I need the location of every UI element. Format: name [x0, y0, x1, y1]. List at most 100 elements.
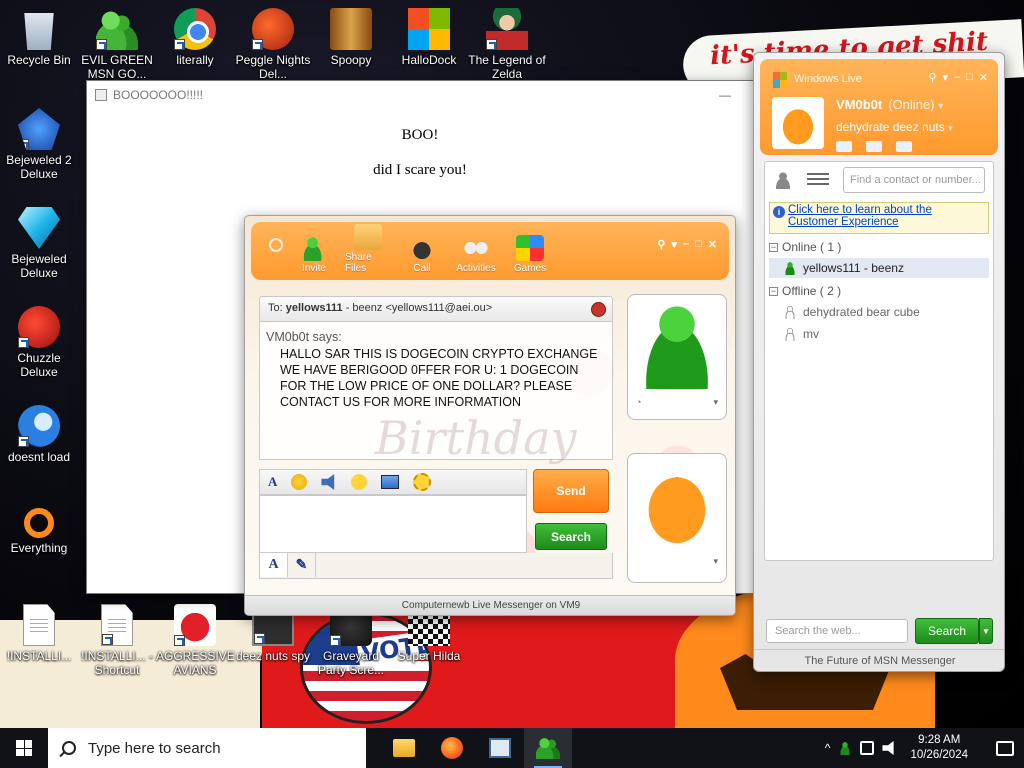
message-input[interactable] [259, 495, 527, 553]
boo-heading: BOO! [401, 127, 439, 143]
collapse-icon[interactable]: − [769, 286, 778, 296]
personal-message[interactable]: dehydrate deez nuts ▾ [836, 120, 953, 134]
customer-experience-banner: i Click here to learn about the Customer … [769, 202, 989, 234]
desktop-icon-recycle-bin[interactable]: Recycle Bin [0, 8, 78, 67]
toolbar-label: Share Files [345, 252, 372, 274]
message-sender: VM0b0t says: [266, 330, 342, 344]
desktop-icon-label: deez nuts spy [235, 649, 311, 663]
block-contact-icon[interactable] [591, 302, 606, 317]
maximize-button[interactable]: □ [966, 71, 973, 84]
search-dropdown-icon[interactable]: ▼ [979, 618, 993, 644]
send-button[interactable]: Send [533, 469, 609, 513]
show-hidden-icons-icon[interactable]: ^ [825, 741, 831, 755]
desktop-icon-the-legend[interactable]: The Legend of Zelda [468, 8, 546, 81]
theme-icon[interactable]: ⚲ [928, 71, 936, 84]
desktop-icon-label: Bejeweled Deluxe [11, 252, 67, 280]
menu-dropdown-icon[interactable]: ▾ [942, 71, 948, 84]
view-options-icon[interactable] [807, 173, 829, 187]
picture-dropdown-icon[interactable]: ▾ [713, 556, 718, 567]
contact-display-picture[interactable]: ◔ ▾ [627, 294, 727, 420]
taskbar-search[interactable]: Type here to search [48, 728, 366, 768]
web-search-button[interactable]: Search [915, 618, 979, 644]
mail-icon[interactable] [836, 141, 852, 152]
desktop-icon-installer-shortcut[interactable]: !INSTALLI... - Shortcut [78, 604, 156, 677]
desktop-icon-evil-green-msn[interactable]: EVIL GREEN MSN GO... [78, 8, 156, 81]
invite-button[interactable]: Invite [291, 235, 337, 274]
webcam-icon[interactable]: ◔ [636, 397, 641, 408]
handwriting-mode-tab[interactable]: ✎ [288, 553, 316, 577]
web-search-input[interactable]: Search the web... [766, 619, 908, 643]
emoticon-icon[interactable] [291, 474, 308, 490]
spaces-icon[interactable] [866, 141, 882, 152]
profile-name[interactable]: VM0b0t (Online) ▾ [836, 97, 943, 112]
contact-item[interactable]: dehydrated bear cube [769, 302, 989, 322]
windows-logo-icon [16, 740, 32, 756]
windows-logo-icon [408, 8, 450, 50]
own-avatar[interactable] [772, 97, 824, 149]
games-button[interactable]: Games [507, 235, 553, 274]
customer-experience-link[interactable]: Click here to learn about the Customer Ex… [788, 204, 932, 228]
conversation-window: Invite Share Files Call Activities Games… [244, 215, 736, 616]
picture-dropdown-icon[interactable]: ▾ [713, 397, 718, 408]
desktop-icon-label: Recycle Bin [7, 53, 71, 67]
collapse-icon[interactable]: − [769, 242, 778, 252]
minimize-button[interactable]: – [683, 238, 689, 251]
taskbar-msn-messenger[interactable] [524, 728, 572, 768]
wink-icon[interactable] [351, 474, 368, 490]
contact-name: yellows111 - beenz [803, 261, 904, 275]
minimize-button[interactable]: — [719, 88, 733, 102]
desktop-icon-peggle-nights[interactable]: Peggle Nights Del... [234, 8, 312, 81]
text-mode-tab[interactable]: A [260, 553, 288, 577]
add-contact-icon[interactable] [775, 171, 795, 189]
font-icon[interactable]: A [268, 474, 277, 490]
desktop-icon-installer[interactable]: !INSTALLI... [0, 604, 78, 663]
taskbar-firefox[interactable] [428, 728, 476, 768]
taskbar-file-explorer[interactable] [380, 728, 428, 768]
online-group-header[interactable]: − Online ( 1 ) [769, 238, 989, 256]
desktop-icon-bejeweled[interactable]: Bejeweled Deluxe [0, 207, 78, 280]
start-button[interactable] [0, 728, 48, 768]
desktop-icon-bejeweled-2[interactable]: Bejeweled 2 Deluxe [0, 108, 78, 181]
taskbar-notepad[interactable] [476, 728, 524, 768]
desktop-icon-aggressive-avians[interactable]: AGGRESSIVE AVIANS [156, 604, 235, 677]
menu-dropdown-icon[interactable]: ▾ [671, 238, 677, 251]
thunderbird-icon [18, 405, 60, 447]
desktop-icon-everything[interactable]: Everything [0, 504, 78, 555]
news-icon[interactable] [896, 141, 912, 152]
system-menu-icon[interactable] [269, 238, 283, 252]
voice-clip-icon[interactable] [321, 474, 335, 490]
input-mode-tabs: A ✎ [259, 553, 613, 579]
desktop-icon-spoopy[interactable]: Spoopy [312, 8, 390, 67]
close-button[interactable]: ✕ [708, 238, 717, 251]
maximize-button[interactable]: □ [695, 238, 702, 251]
msn-tray-icon[interactable] [838, 741, 853, 755]
desktop-icon-hallodock[interactable]: HalloDock [390, 8, 468, 67]
desktop-icon-chuzzle[interactable]: Chuzzle Deluxe [0, 306, 78, 379]
network-icon[interactable] [860, 741, 875, 755]
find-contact-input[interactable]: Find a contact or number... [843, 167, 985, 193]
call-button[interactable]: Call [399, 235, 445, 274]
desktop-icon-doesnt-load[interactable]: doesnt load [0, 405, 78, 464]
theme-icon[interactable]: ⚲ [657, 238, 665, 251]
close-button[interactable]: ✕ [979, 71, 988, 84]
search-button[interactable]: Search [535, 523, 607, 550]
activities-button[interactable]: Activities [453, 235, 499, 274]
clock[interactable]: 9:28 AM 10/26/2024 [910, 733, 968, 763]
notification-center-icon[interactable] [996, 740, 1014, 756]
own-display-picture[interactable]: ▾ [627, 453, 727, 583]
offline-group-header[interactable]: − Offline ( 2 ) [769, 282, 989, 300]
activities-icon [462, 235, 490, 261]
share-files-button[interactable]: Share Files [345, 224, 391, 274]
desktop-icon-label: literally [176, 53, 214, 67]
volume-icon[interactable] [882, 741, 894, 755]
desktop-icon-label: Peggle Nights Del... [235, 53, 311, 81]
contact-item[interactable]: yellows111 - beenz [769, 258, 989, 278]
chuzzle-icon [18, 306, 60, 348]
toolbar-label: Activities [456, 263, 496, 274]
boo-window-titlebar[interactable]: BOOOOOOO!!!!! — [87, 81, 753, 109]
background-icon[interactable] [381, 475, 400, 489]
minimize-button[interactable]: – [954, 71, 960, 84]
nudge-icon[interactable] [413, 473, 432, 491]
desktop-icon-literally[interactable]: literally [156, 8, 234, 67]
contact-item[interactable]: mv [769, 324, 989, 344]
